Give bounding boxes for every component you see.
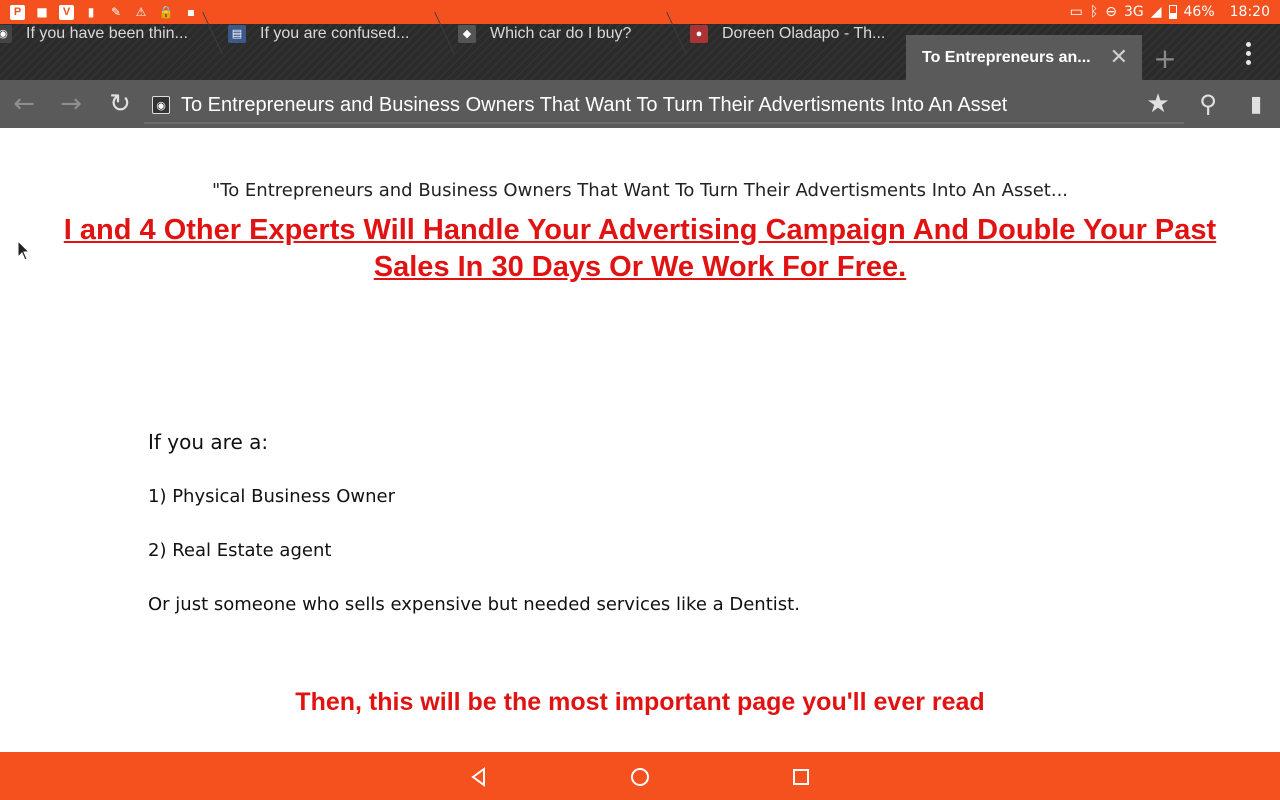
- car-site-icon: ◆: [458, 24, 476, 43]
- list-item: 2) Real Estate agent: [148, 540, 332, 561]
- clock: 18:20: [1229, 4, 1270, 20]
- close-tab-icon[interactable]: ✕: [1110, 45, 1128, 70]
- bluetooth-icon: ᛒ: [1089, 4, 1099, 20]
- page-headline[interactable]: I and 4 Other Experts Will Handle Your A…: [60, 212, 1220, 286]
- tab-2[interactable]: ▤ If you are confused...: [228, 11, 428, 56]
- tab-4[interactable]: ● Doreen Oladapo - Th...: [690, 11, 900, 56]
- tab-title: Which car do I buy?: [490, 24, 632, 42]
- recents-nav-icon[interactable]: [788, 764, 814, 790]
- bookmarks-icon[interactable]: ▮: [1240, 88, 1272, 120]
- tab-title: If you are confused...: [260, 24, 410, 42]
- globe-icon: ◉: [0, 24, 12, 43]
- site-icon: ◉: [152, 96, 170, 114]
- search-icon[interactable]: ⚲: [1192, 88, 1224, 120]
- tab-1[interactable]: ◉ If you have been thin...: [0, 11, 200, 56]
- back-button[interactable]: ←: [8, 88, 40, 120]
- battery-icon: [1168, 5, 1177, 19]
- mouse-cursor-icon: [17, 240, 31, 261]
- profile-photo-icon: ●: [690, 24, 708, 43]
- address-bar[interactable]: ◉ To Entrepreneurs and Business Owners T…: [144, 88, 1184, 124]
- tab-title: To Entrepreneurs an...: [922, 48, 1091, 66]
- cast-icon: ▭: [1069, 4, 1083, 20]
- tab-active[interactable]: To Entrepreneurs an... ✕: [906, 35, 1142, 80]
- tab-3[interactable]: ◆ Which car do I buy?: [458, 11, 658, 56]
- tab-title: If you have been thin...: [26, 24, 188, 42]
- system-status: ▭ ᛒ ⊖ 3G ◢ 46% 18:20: [1070, 4, 1270, 20]
- do-not-disturb-icon: ⊖: [1105, 4, 1117, 20]
- new-tab-button[interactable]: +: [1142, 36, 1188, 80]
- home-nav-icon[interactable]: [627, 764, 653, 790]
- network-type: 3G: [1123, 4, 1144, 20]
- address-text: To Entrepreneurs and Business Owners Tha…: [181, 93, 1008, 116]
- back-nav-icon[interactable]: [466, 764, 492, 790]
- thumbnail-icon: ▤: [228, 24, 246, 43]
- page-subheading: "To Entrepreneurs and Business Owners Th…: [211, 180, 1069, 201]
- forward-button[interactable]: →: [55, 88, 87, 120]
- list-item: Or just someone who sells expensive but …: [148, 594, 800, 615]
- list-item: 1) Physical Business Owner: [148, 486, 396, 507]
- battery-percent: 46%: [1183, 4, 1215, 20]
- tab-title: Doreen Oladapo - Th...: [722, 24, 886, 42]
- bookmark-star-icon[interactable]: ★: [1142, 88, 1174, 120]
- reload-button[interactable]: ↻: [104, 88, 136, 120]
- intro-text: If you are a:: [148, 430, 269, 454]
- menu-icon[interactable]: [1238, 38, 1258, 68]
- web-page: "To Entrepreneurs and Business Owners Th…: [0, 128, 1280, 752]
- call-to-action-heading: Then, this will be the most important pa…: [295, 688, 985, 716]
- signal-icon: ◢: [1150, 4, 1162, 20]
